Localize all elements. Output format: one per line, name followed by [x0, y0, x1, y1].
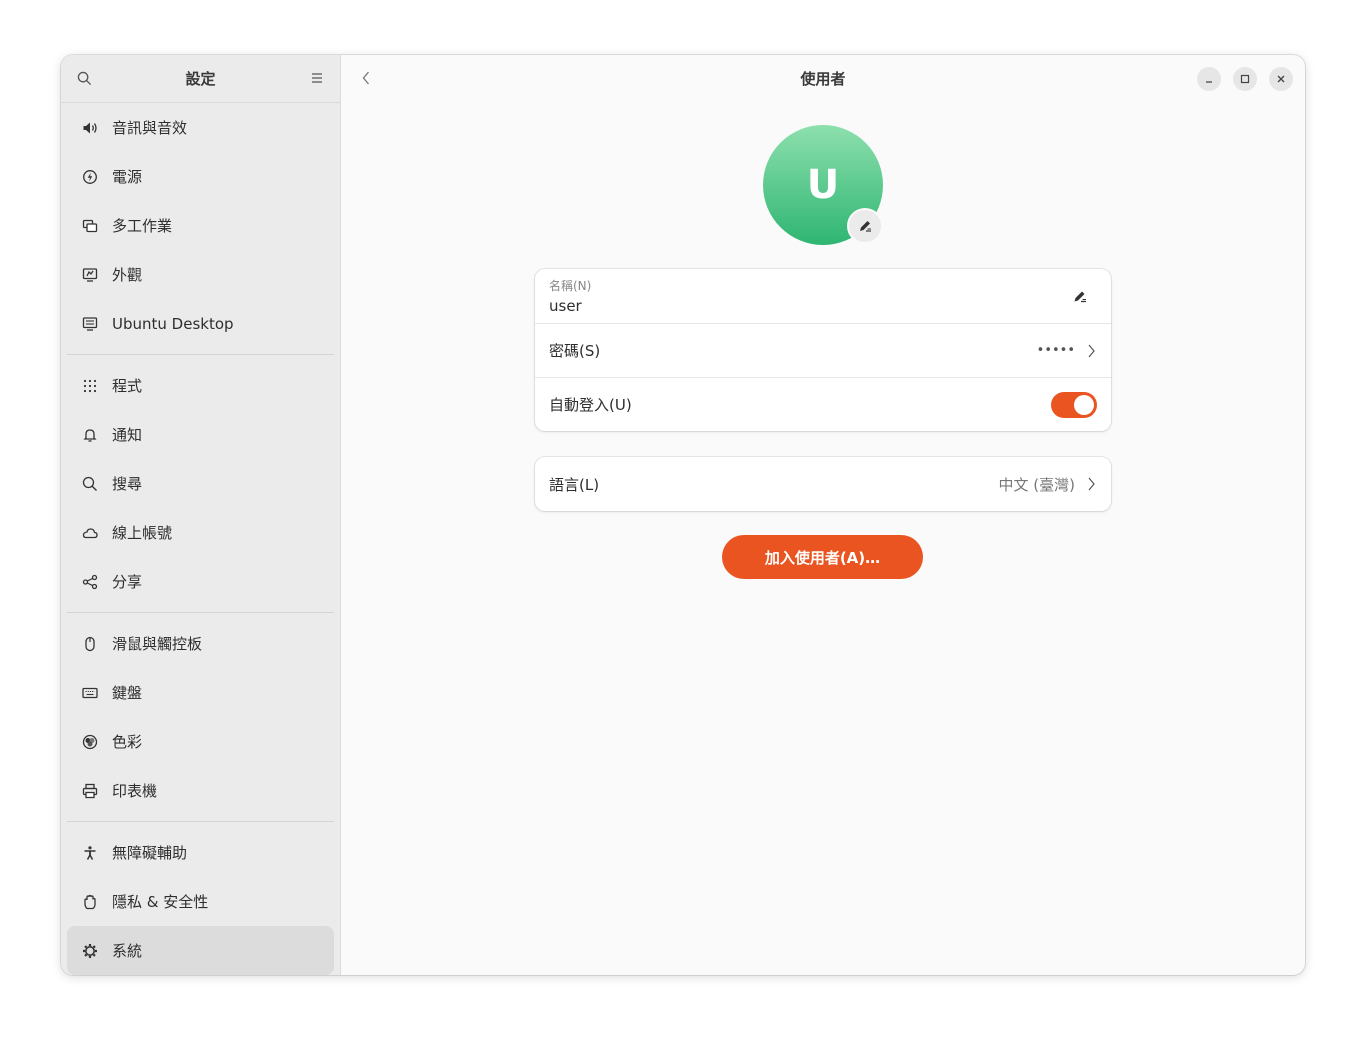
sidebar-item-cloud[interactable]: 線上帳號	[67, 508, 334, 557]
sidebar-item-label: 搜尋	[112, 475, 143, 493]
sidebar-item-label: 滑鼠與觸控板	[112, 635, 203, 653]
sidebar-item-printer[interactable]: 印表機	[67, 766, 334, 815]
sidebar-item-label: 隱私 & 安全性	[112, 893, 209, 911]
pencil-icon	[860, 221, 871, 232]
gear-icon	[81, 942, 99, 960]
appearance-icon	[81, 266, 99, 284]
keyboard-icon	[81, 684, 99, 702]
close-button[interactable]	[1269, 67, 1293, 91]
sidebar-item-accessibility[interactable]: 無障礙輔助	[67, 828, 334, 877]
bell-icon	[81, 426, 99, 444]
sidebar-separator	[67, 612, 334, 613]
sidebar-list: 音訊與音效電源多工作業外觀 Ubuntu Desktop 程式通知搜尋線上帳號分享滑…	[61, 103, 340, 975]
sidebar-item-label: 鍵盤	[112, 684, 143, 702]
multitasking-icon	[81, 217, 99, 235]
language-value: 中文 (臺灣)	[998, 475, 1075, 494]
accessibility-icon	[81, 844, 99, 862]
sidebar-item-label: 外觀	[112, 266, 143, 284]
autologin-row: 自動登入(U)	[535, 377, 1111, 431]
maximize-button[interactable]	[1233, 67, 1257, 91]
name-caption: 名稱(N)	[549, 279, 592, 293]
sidebar-item-multitasking[interactable]: 多工作業	[67, 201, 334, 250]
sidebar-item-label: 系統	[112, 942, 143, 960]
color-icon	[81, 733, 99, 751]
sidebar-item-share[interactable]: 分享	[67, 557, 334, 606]
page-title: 使用者	[800, 70, 846, 88]
share-icon	[81, 573, 99, 591]
sidebar-item-search[interactable]: 搜尋	[67, 459, 334, 508]
sidebar-item-apps-grid[interactable]: 程式	[67, 361, 334, 410]
language-label: 語言(L)	[549, 475, 600, 494]
sidebar-item-keyboard[interactable]: 鍵盤	[67, 668, 334, 717]
language-row[interactable]: 語言(L) 中文 (臺灣)	[535, 457, 1111, 511]
power-icon	[81, 168, 99, 186]
sidebar-item-label: 通知	[112, 426, 143, 444]
sidebar-item-label: 程式	[112, 377, 143, 395]
sidebar-item-label: 印表機	[112, 782, 158, 800]
sidebar-item-bell[interactable]: 通知	[67, 410, 334, 459]
sidebar-separator	[67, 354, 334, 355]
sidebar-item-mouse[interactable]: 滑鼠與觸控板	[67, 619, 334, 668]
sidebar-item-gear[interactable]: 系統	[67, 926, 334, 975]
account-card: 名稱(N) user 密碼(S) ••••• 自動登入(U)	[535, 269, 1111, 431]
sidebar-item-color[interactable]: 色彩	[67, 717, 334, 766]
toggle-knob	[1074, 394, 1094, 415]
sidebar-item-label: 無障礙輔助	[112, 844, 188, 862]
printer-icon	[81, 782, 99, 800]
cloud-icon	[81, 524, 99, 542]
autologin-label: 自動登入(U)	[549, 396, 632, 414]
user-avatar-container: U	[763, 125, 883, 245]
search-icon	[81, 475, 99, 493]
ubuntu-desktop-icon	[81, 315, 99, 333]
sidebar-header: 設定	[61, 55, 340, 103]
main-header: 使用者	[341, 55, 1305, 102]
sidebar-item-label: 多工作業	[112, 217, 173, 235]
sidebar-separator	[67, 821, 334, 822]
minimize-button[interactable]	[1197, 67, 1221, 91]
name-row[interactable]: 名稱(N) user	[535, 269, 1111, 323]
password-dots: •••••	[1036, 343, 1075, 358]
speaker-icon	[81, 119, 99, 137]
autologin-right	[1051, 391, 1097, 418]
mouse-icon	[81, 635, 99, 653]
sidebar-title: 設定	[185, 70, 216, 88]
hand-icon	[81, 893, 99, 911]
sidebar-item-label: 色彩	[112, 733, 143, 751]
pencil-icon[interactable]	[1071, 287, 1089, 305]
sidebar-item-label: 電源	[112, 168, 143, 186]
sidebar-item-power[interactable]: 電源	[67, 152, 334, 201]
password-right: •••••	[1037, 343, 1097, 359]
search-icon[interactable]	[75, 69, 93, 87]
minimize-icon	[1206, 81, 1212, 83]
password-row[interactable]: 密碼(S) •••••	[535, 323, 1111, 377]
sidebar-item-label: 分享	[112, 573, 143, 591]
name-value: user	[549, 297, 582, 315]
sidebar-item-label: 音訊與音效	[112, 119, 188, 137]
close-icon	[1277, 75, 1285, 83]
hamburger-menu-icon[interactable]	[308, 69, 326, 87]
sidebar: 設定 音訊與音效電源多工作業外觀 Ubuntu Desktop 程式通知搜尋線上帳號…	[61, 55, 341, 975]
apps-grid-icon	[81, 377, 99, 395]
autologin-toggle[interactable]	[1051, 391, 1097, 418]
sidebar-item-hand[interactable]: 隱私 & 安全性	[67, 877, 334, 926]
language-card: 語言(L) 中文 (臺灣)	[535, 457, 1111, 511]
sidebar-item-appearance[interactable]: 外觀	[67, 250, 334, 299]
window-controls	[1197, 67, 1293, 91]
settings-window: 設定 音訊與音效電源多工作業外觀 Ubuntu Desktop 程式通知搜尋線上帳號…	[61, 55, 1305, 975]
sidebar-item-label: Ubuntu Desktop	[112, 314, 234, 333]
maximize-icon	[1240, 74, 1250, 84]
password-label: 密碼(S)	[549, 342, 601, 360]
avatar-edit-button[interactable]	[847, 208, 883, 244]
add-user-button[interactable]: 加入使用者(A)…	[722, 535, 923, 579]
chevron-right-icon	[1085, 343, 1097, 359]
sidebar-item-speaker[interactable]: 音訊與音效	[67, 103, 334, 152]
language-right: 中文 (臺灣)	[999, 474, 1097, 495]
back-icon[interactable]	[357, 69, 375, 87]
main-panel: 使用者 U 名稱(N) user 密碼(S) ••••• 自動登入(U) 語言(…	[341, 55, 1305, 975]
sidebar-item-label: 線上帳號	[112, 524, 173, 542]
sidebar-item-ubuntu-desktop[interactable]: Ubuntu Desktop	[67, 299, 334, 348]
chevron-right-icon	[1085, 476, 1097, 492]
